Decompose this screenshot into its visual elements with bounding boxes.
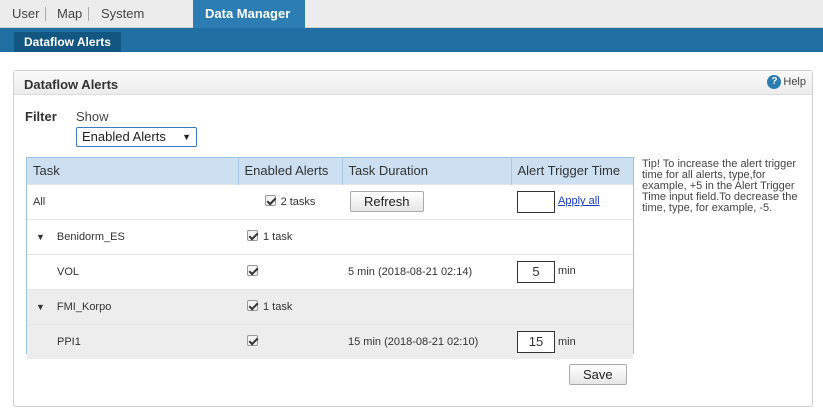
duration-cell — [342, 218, 511, 254]
header-enabled-alerts: Enabled Alerts — [238, 158, 343, 184]
panel-title: Dataflow Alerts — [24, 77, 119, 92]
enabled-cell: 1 task — [238, 288, 342, 324]
duration-cell: 5 min (2018-08-21 02:14) — [342, 253, 511, 289]
trigger-cell — [511, 218, 633, 254]
tab-user[interactable]: User — [10, 0, 41, 28]
enabled-count: 2 tasks — [280, 196, 316, 208]
save-button[interactable]: Save — [569, 364, 627, 385]
table-row: VOL 5 min (2018-08-21 02:14) 5 min — [27, 253, 633, 289]
group-cell: ▼ FMI_Korpo — [27, 288, 238, 324]
apply-all-link[interactable]: Apply all — [558, 195, 600, 207]
tab-separator — [88, 7, 89, 21]
group-name: FMI_Korpo — [56, 300, 112, 313]
dataflow-alerts-panel: Dataflow Alerts ? Help Filter Show Enabl… — [13, 70, 813, 407]
enabled-cell: 1 task — [238, 218, 342, 254]
task-cell: All — [27, 183, 238, 219]
trigger-cell — [511, 288, 633, 324]
tip-text: Tip! To increase the alert trigger time … — [642, 158, 798, 214]
tab-system[interactable]: System — [99, 0, 146, 28]
enabled-cell: 2 tasks — [238, 183, 342, 219]
tab-map[interactable]: Map — [55, 0, 84, 28]
top-nav: User Map System Data Manager — [0, 0, 823, 28]
unit-label: min — [558, 335, 576, 348]
task-cell: VOL — [27, 253, 238, 289]
enabled-cell — [238, 253, 342, 289]
show-select[interactable]: Enabled Alerts ▼ — [76, 127, 197, 147]
trigger-input[interactable]: 5 — [517, 260, 555, 283]
enabled-count: 1 task — [263, 301, 293, 313]
tab-data-manager[interactable]: Data Manager — [193, 0, 305, 28]
trigger-cell: 5 min — [511, 253, 633, 289]
help-label[interactable]: Help — [783, 76, 806, 88]
tab-separator — [45, 7, 46, 21]
subtab-dataflow-alerts[interactable]: Dataflow Alerts — [14, 32, 121, 52]
trigger-cell: 15 min — [511, 323, 633, 359]
table-row: PPI1 15 min (2018-08-21 02:10) 15 min — [27, 323, 633, 359]
trigger-input[interactable]: 15 — [517, 330, 555, 353]
trigger-input-all[interactable] — [517, 190, 555, 213]
duration-cell: 15 min (2018-08-21 02:10) — [342, 323, 511, 359]
duration-cell — [342, 288, 511, 324]
alerts-table: Task Enabled Alerts Task Duration Alert … — [26, 157, 634, 359]
duration-cell: Refresh — [342, 183, 511, 219]
enabled-count: 1 task — [263, 231, 293, 243]
help-icon[interactable]: ? — [767, 75, 782, 89]
table-row-group: ▼ Benidorm_ES 1 task — [27, 218, 633, 254]
collapse-icon[interactable]: ▼ — [36, 232, 45, 242]
unit-label: min — [558, 265, 576, 278]
header-task-duration: Task Duration — [342, 158, 512, 184]
show-label: Show — [76, 109, 109, 124]
group-cell: ▼ Benidorm_ES — [27, 218, 238, 254]
sub-nav: Dataflow Alerts — [0, 28, 823, 52]
help-link[interactable]: ? Help — [767, 75, 806, 89]
chevron-down-icon: ▼ — [182, 132, 191, 142]
checkbox[interactable] — [247, 230, 258, 241]
table-row-all: All 2 tasks Refresh Apply all — [27, 183, 633, 219]
checkbox[interactable] — [264, 195, 276, 206]
group-name: Benidorm_ES — [56, 230, 125, 243]
collapse-icon[interactable]: ▼ — [36, 302, 45, 312]
filter-label: Filter — [25, 109, 57, 124]
table-row-group: ▼ FMI_Korpo 1 task — [27, 288, 633, 324]
trigger-cell: Apply all — [511, 183, 633, 219]
show-select-value: Enabled Alerts — [82, 129, 166, 144]
checkbox[interactable] — [247, 265, 258, 276]
panel-header: Dataflow Alerts ? Help — [14, 71, 812, 95]
enabled-cell — [238, 323, 342, 359]
checkbox[interactable] — [247, 335, 258, 347]
table-header-row: Task Enabled Alerts Task Duration Alert … — [27, 158, 633, 184]
header-task: Task — [27, 158, 239, 184]
task-cell: PPI1 — [27, 323, 238, 359]
header-alert-trigger-time: Alert Trigger Time — [511, 158, 633, 184]
refresh-button[interactable]: Refresh — [350, 191, 424, 212]
checkbox[interactable] — [247, 300, 258, 311]
